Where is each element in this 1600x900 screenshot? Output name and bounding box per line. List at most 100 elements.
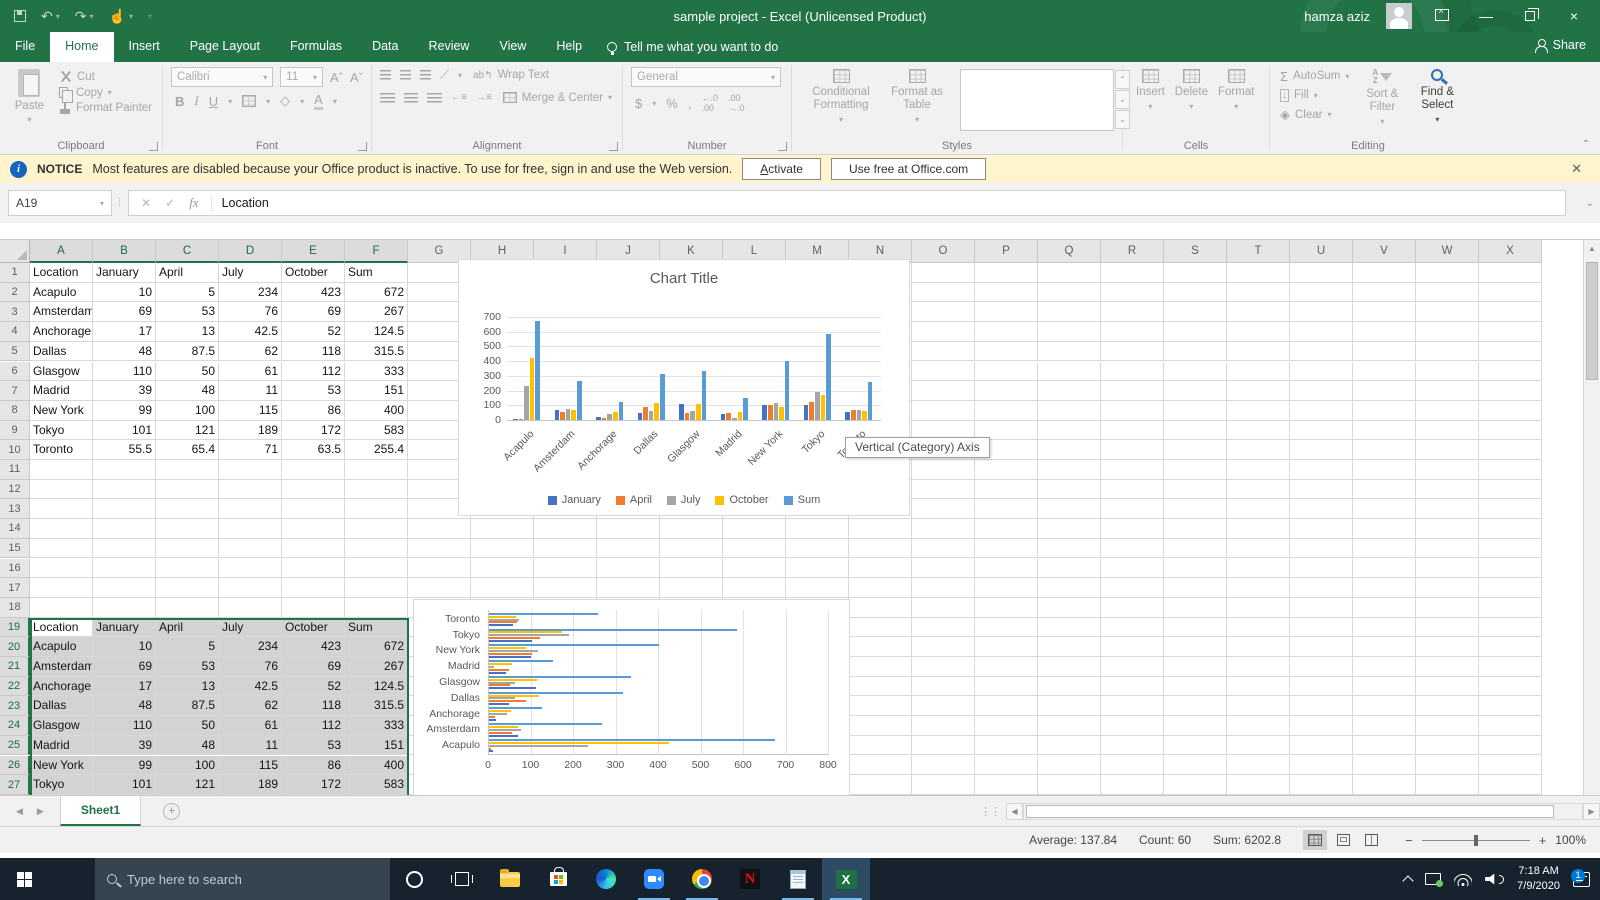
cell-X24[interactable]: [1479, 716, 1542, 736]
cell-F20[interactable]: 672: [345, 637, 408, 657]
row-header-13[interactable]: 13: [0, 499, 30, 519]
row-header-20[interactable]: 20: [0, 637, 30, 657]
cell-A9[interactable]: Tokyo: [30, 421, 93, 441]
cell-D9[interactable]: 189: [219, 421, 282, 441]
cell-R27[interactable]: [1101, 775, 1164, 795]
cell-A1[interactable]: Location: [30, 263, 93, 283]
cell-F4[interactable]: 124.5: [345, 322, 408, 342]
cell-X4[interactable]: [1479, 322, 1542, 342]
row-header-12[interactable]: 12: [0, 480, 30, 500]
cell-P23[interactable]: [975, 696, 1038, 716]
prev-sheet-icon[interactable]: ◀: [16, 806, 23, 817]
cell-X14[interactable]: [1479, 519, 1542, 539]
confirm-entry-icon[interactable]: ✓: [165, 196, 175, 210]
cell-S9[interactable]: [1164, 421, 1227, 441]
file-explorer-button[interactable]: [486, 858, 534, 900]
font-dialog-launcher[interactable]: [358, 142, 367, 151]
cell-E11[interactable]: [282, 460, 345, 480]
cell-B8[interactable]: 99: [93, 401, 156, 421]
row-header-25[interactable]: 25: [0, 736, 30, 756]
row-header-6[interactable]: 6: [0, 362, 30, 382]
cell-X17[interactable]: [1479, 578, 1542, 598]
cell-V7[interactable]: [1353, 381, 1416, 401]
cell-T3[interactable]: [1227, 302, 1290, 322]
cell-R1[interactable]: [1101, 263, 1164, 283]
scroll-up-icon[interactable]: ▲: [1584, 240, 1600, 257]
horizontal-scrollbar[interactable]: [1023, 803, 1583, 820]
cell-T16[interactable]: [1227, 559, 1290, 579]
cell-C26[interactable]: 100: [156, 756, 219, 776]
cell-A13[interactable]: [30, 499, 93, 519]
fill-color-icon[interactable]: ◇: [280, 93, 290, 109]
row-header-5[interactable]: 5: [0, 342, 30, 362]
clipboard-dialog-launcher[interactable]: [149, 142, 158, 151]
cell-X20[interactable]: [1479, 637, 1542, 657]
cell-W14[interactable]: [1416, 519, 1479, 539]
cell-U10[interactable]: [1290, 440, 1353, 460]
minimize-button[interactable]: —: [1472, 8, 1500, 24]
cell-W9[interactable]: [1416, 421, 1479, 441]
cell-S11[interactable]: [1164, 460, 1227, 480]
cell-C11[interactable]: [156, 460, 219, 480]
cell-X2[interactable]: [1479, 283, 1542, 303]
cell-A6[interactable]: Glasgow: [30, 362, 93, 382]
cell-Q17[interactable]: [1038, 578, 1101, 598]
cell-O24[interactable]: [912, 716, 975, 736]
cell-V11[interactable]: [1353, 460, 1416, 480]
cell-X13[interactable]: [1479, 499, 1542, 519]
cell-Q5[interactable]: [1038, 342, 1101, 362]
legend-item[interactable]: Sum: [784, 494, 821, 506]
cell-D15[interactable]: [219, 539, 282, 559]
cell-K16[interactable]: [660, 559, 723, 579]
cell-D19[interactable]: July: [219, 618, 282, 638]
cell-P12[interactable]: [975, 480, 1038, 500]
cell-U8[interactable]: [1290, 401, 1353, 421]
cell-R15[interactable]: [1101, 539, 1164, 559]
cell-F3[interactable]: 267: [345, 302, 408, 322]
col-header-B[interactable]: B: [93, 240, 156, 263]
cortana-button[interactable]: [390, 858, 438, 900]
cell-U14[interactable]: [1290, 519, 1353, 539]
cell-R5[interactable]: [1101, 342, 1164, 362]
cell-T1[interactable]: [1227, 263, 1290, 283]
cell-V24[interactable]: [1353, 716, 1416, 736]
cell-D26[interactable]: 115: [219, 756, 282, 776]
cell-H14[interactable]: [471, 519, 534, 539]
cell-P16[interactable]: [975, 559, 1038, 579]
cell-E5[interactable]: 118: [282, 342, 345, 362]
cell-E18[interactable]: [282, 598, 345, 618]
cell-C19[interactable]: April: [156, 618, 219, 638]
col-header-V[interactable]: V: [1353, 240, 1416, 263]
cell-O4[interactable]: [912, 322, 975, 342]
notepad-button[interactable]: [774, 858, 822, 900]
cell-Q16[interactable]: [1038, 559, 1101, 579]
cell-S27[interactable]: [1164, 775, 1227, 795]
cell-R2[interactable]: [1101, 283, 1164, 303]
cell-D27[interactable]: 189: [219, 775, 282, 795]
cell-S3[interactable]: [1164, 302, 1227, 322]
cell-C27[interactable]: 121: [156, 775, 219, 795]
cell-D17[interactable]: [219, 578, 282, 598]
cell-N16[interactable]: [849, 559, 912, 579]
cut-button[interactable]: Cut: [57, 69, 154, 85]
cell-U25[interactable]: [1290, 736, 1353, 756]
cell-O25[interactable]: [912, 736, 975, 756]
align-right-icon[interactable]: [427, 93, 442, 103]
cell-M15[interactable]: [786, 539, 849, 559]
cell-I16[interactable]: [534, 559, 597, 579]
bold-button[interactable]: B: [175, 94, 184, 109]
sort-filter-button[interactable]: AZ Sort & Filter▾: [1355, 67, 1409, 129]
cell-S4[interactable]: [1164, 322, 1227, 342]
cell-U6[interactable]: [1290, 362, 1353, 382]
cell-V4[interactable]: [1353, 322, 1416, 342]
cell-B18[interactable]: [93, 598, 156, 618]
cell-O20[interactable]: [912, 637, 975, 657]
cell-W22[interactable]: [1416, 677, 1479, 697]
cell-E26[interactable]: 86: [282, 756, 345, 776]
cell-T13[interactable]: [1227, 499, 1290, 519]
cell-B17[interactable]: [93, 578, 156, 598]
cell-E7[interactable]: 53: [282, 381, 345, 401]
tab-insert[interactable]: Insert: [114, 32, 175, 62]
col-header-U[interactable]: U: [1290, 240, 1353, 263]
cell-S8[interactable]: [1164, 401, 1227, 421]
